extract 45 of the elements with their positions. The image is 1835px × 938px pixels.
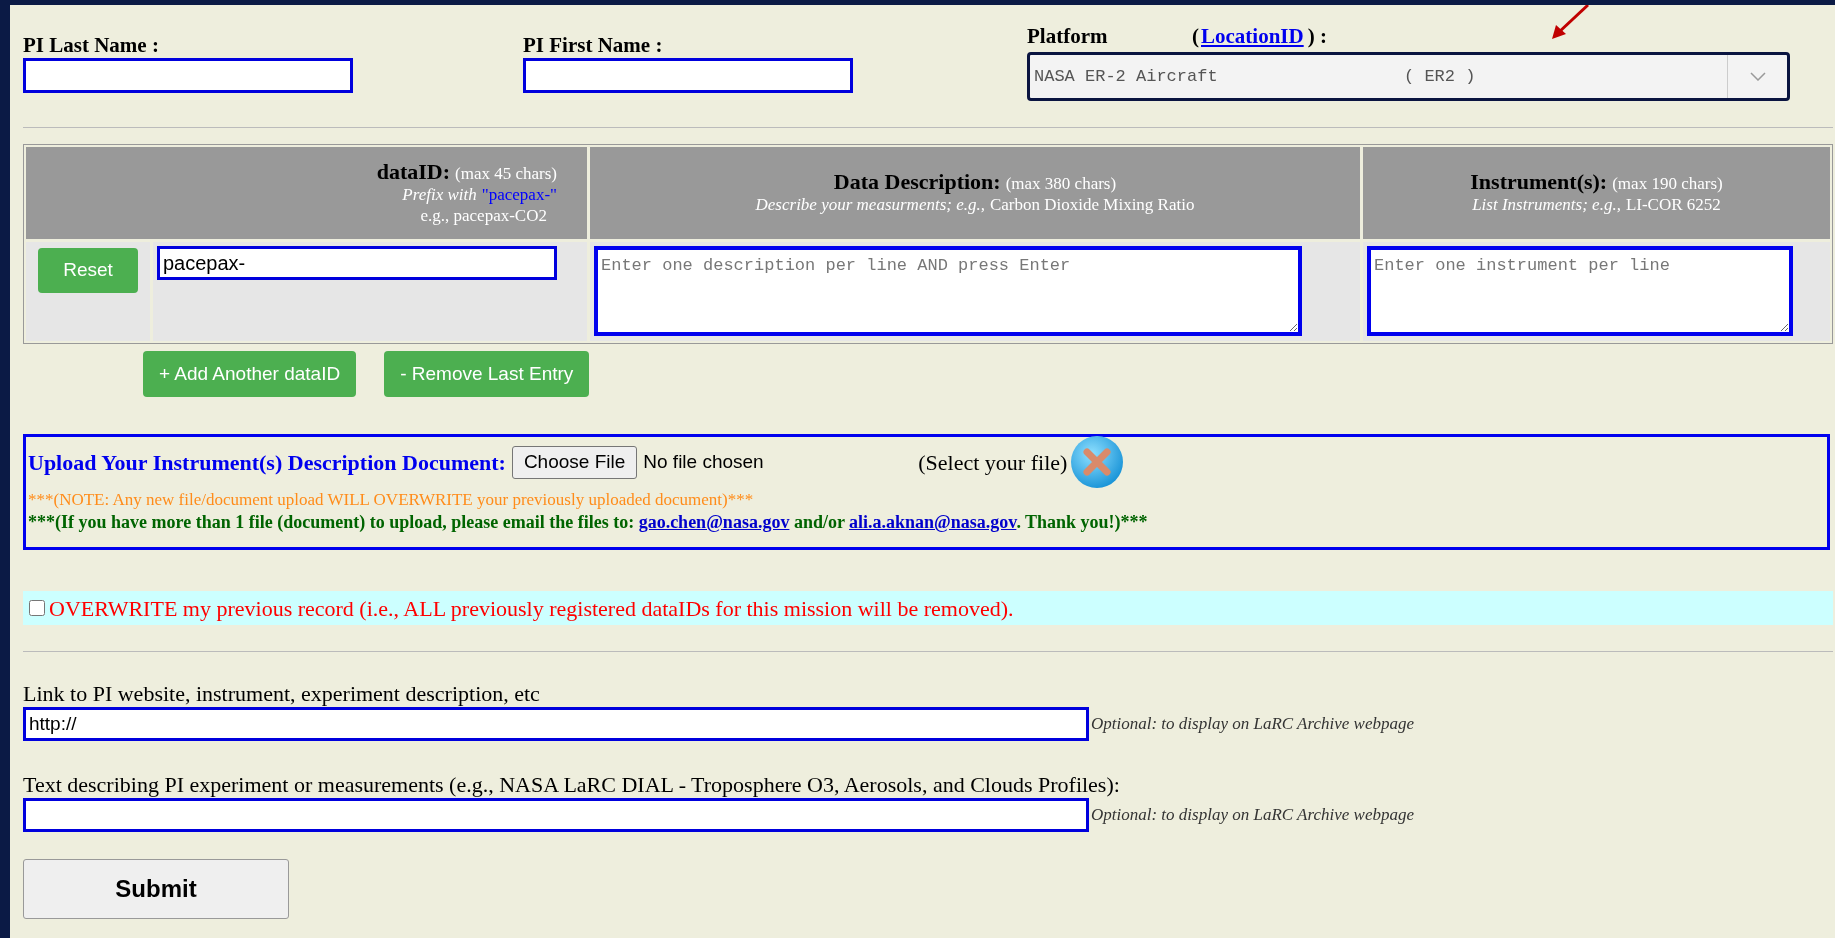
file-status: No file chosen (643, 449, 765, 474)
upload-title: Upload Your Instrument(s) Description Document: (28, 448, 506, 477)
paren-text: ) : (1307, 24, 1327, 49)
prefix-text: "pacepax-" (481, 184, 557, 204)
email-link[interactable]: ali.a.aknan@nasa.gov (849, 512, 1017, 532)
column-title: Instrument(s): (1470, 169, 1608, 194)
field-label: Platform (1027, 24, 1109, 49)
platform-dropdown[interactable]: NASA ER-2 Aircraft ( ER2 ) (1027, 52, 1790, 101)
paren-text: ( (1192, 24, 1199, 49)
optional-hint: Optional: to display on LaRC Archive webpage (1091, 804, 1414, 827)
example-text: Carbon Dioxide Mixing Ratio (990, 195, 1195, 214)
instrument-textarea[interactable]: Enter one instrument per line (1367, 246, 1793, 336)
text-input[interactable] (523, 58, 853, 93)
email-notice: ***(If you have more than 1 file (document) to upload, please email the files to: gao.chen@nasa.gov and/or ali.a.aknan@nasa.gov. Thank you!)*** (28, 511, 1149, 533)
text-input[interactable] (23, 58, 353, 93)
choose-file-button[interactable]: Choose File (511, 445, 638, 479)
location-id-link[interactable]: LocationID (1201, 24, 1304, 49)
select-hint: (Select your file) (918, 448, 1068, 477)
column-title: dataID: (376, 158, 451, 184)
hint-text: List Instruments; e.g., (1472, 195, 1621, 214)
char-limit: (max 380 chars) (1005, 174, 1117, 193)
overwrite-checkbox[interactable] (29, 600, 45, 616)
dataid-input[interactable]: pacepax- (157, 246, 557, 280)
submit-button[interactable]: Submit (23, 859, 289, 919)
example-text: e.g., pacepax-CO2 (420, 204, 547, 226)
optional-hint: Optional: to display on LaRC Archive webpage (1091, 713, 1414, 736)
overwrite-label: OVERWRITE my previous record (i.e., ALL previously registered dataIDs for this mission will be removed). (49, 594, 1014, 623)
field-label: PI First Name : (523, 33, 663, 58)
text-input[interactable]: http:// (23, 707, 1089, 741)
annotation-arrow (1550, 5, 1592, 41)
example-text: LI-COR 6252 (1625, 195, 1721, 214)
field-label: Text describing PI experiment or measurements (e.g., NASA LaRC DIAL - Troposphere O3, Aerosols, and Clouds Profiles): (23, 772, 1120, 798)
char-limit: (max 45 chars) (455, 163, 557, 183)
field-label: PI Last Name : (23, 33, 159, 58)
chevron-down-icon (1749, 72, 1766, 81)
description-textarea[interactable]: Enter one description per line AND press Enter (594, 246, 1302, 336)
char-limit: (max 190 chars) (1612, 174, 1723, 193)
email-link[interactable]: gao.chen@nasa.gov (638, 512, 790, 532)
overwrite-note: ***(NOTE: Any new file/document upload WILL OVERWRITE your previously uploaded document)*** (28, 489, 755, 511)
field-label: Link to PI website, instrument, experiment description, etc (23, 681, 540, 707)
text-input[interactable] (23, 798, 1089, 832)
clear-icon[interactable] (1070, 435, 1125, 489)
hint-text: Describe your measurments; e.g., (755, 195, 985, 214)
column-title: Data Description: (833, 169, 1001, 194)
hint-text: Prefix with (402, 184, 477, 204)
